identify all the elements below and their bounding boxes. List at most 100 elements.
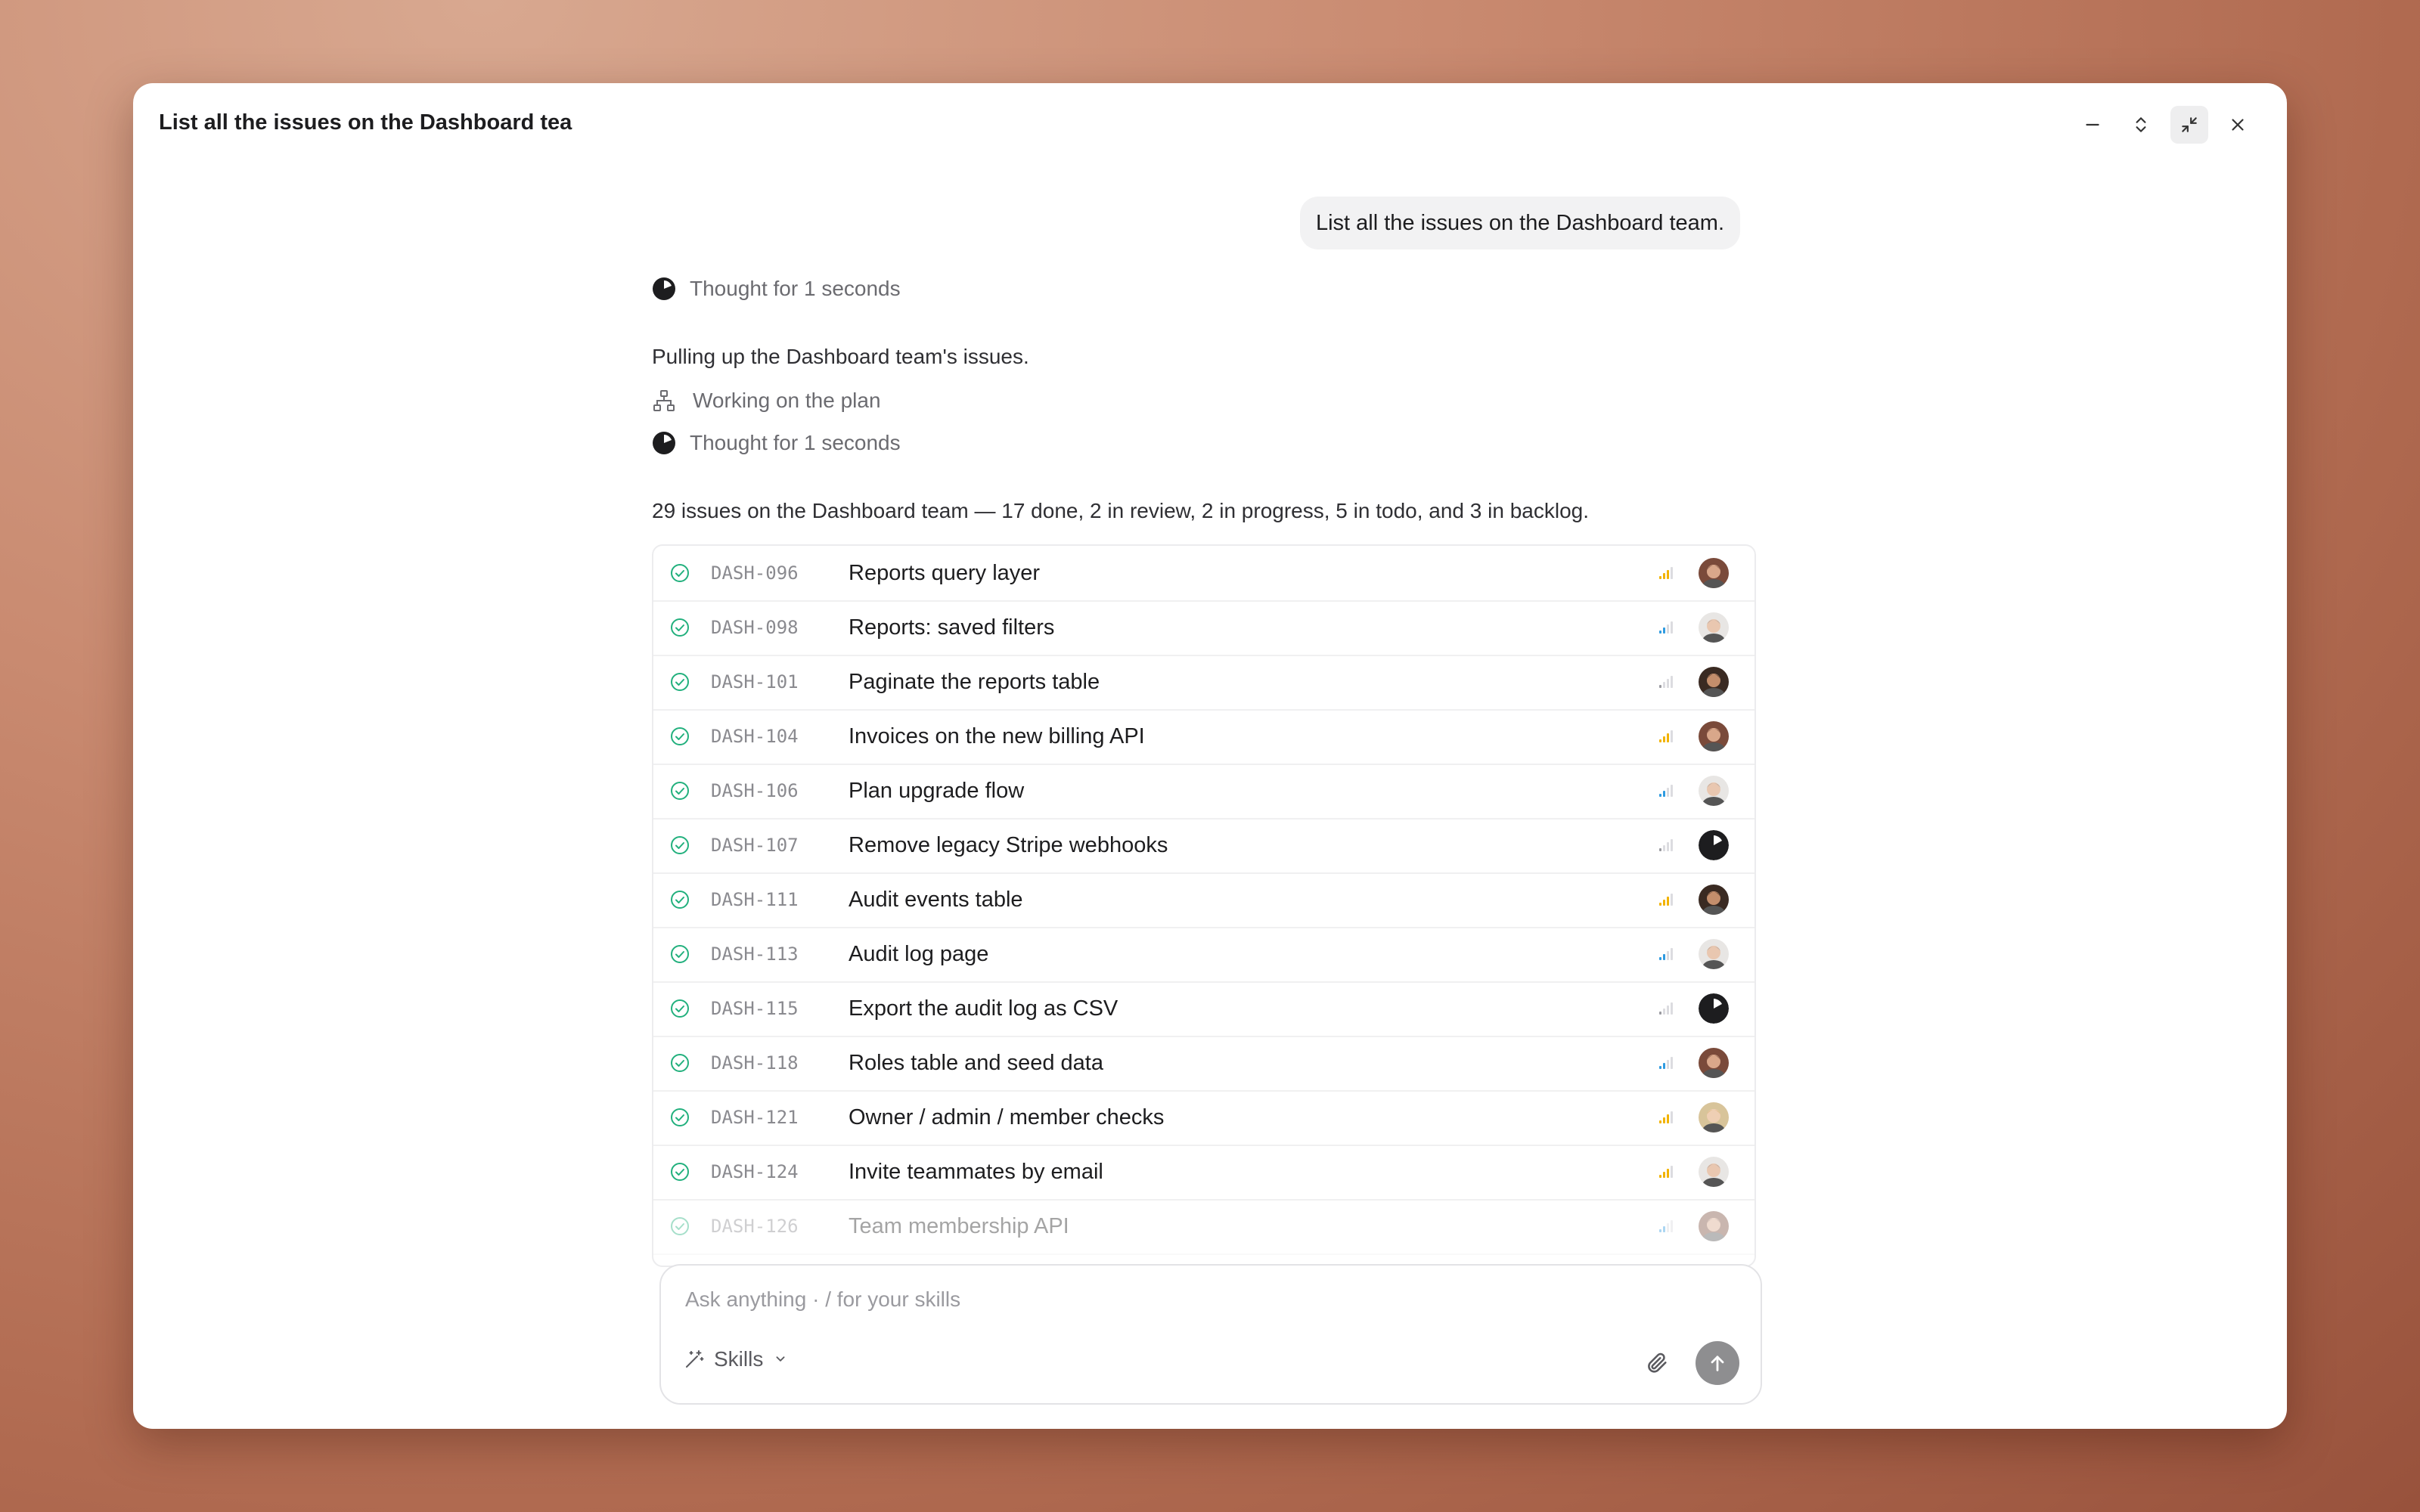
done-check-circle-icon: [671, 673, 689, 691]
priority-icon[interactable]: [1658, 783, 1674, 798]
org-chart-icon: [653, 390, 675, 411]
issue-row[interactable]: DASH-098 Reports: saved filters: [653, 600, 1754, 656]
issue-row[interactable]: DASH-104 Invoices on the new billing API: [653, 709, 1754, 765]
priority-icon[interactable]: [1658, 1219, 1674, 1234]
issue-list: DASH-096 Reports query layer DASH-098 Repor…: [652, 544, 1756, 1267]
assignee-avatar[interactable]: [1699, 830, 1729, 860]
issue-row[interactable]: DASH-115 Export the audit log as CSV: [653, 981, 1754, 1037]
thought-indicator[interactable]: Thought for 1 seconds: [652, 431, 901, 455]
issue-row[interactable]: DASH-113 Audit log page: [653, 927, 1754, 983]
chat-input[interactable]: [684, 1287, 1670, 1312]
priority-icon[interactable]: [1658, 729, 1674, 744]
expand-vertical-icon: [2136, 117, 2146, 132]
plan-label: Working on the plan: [693, 389, 881, 412]
close-button[interactable]: [2219, 106, 2257, 144]
assignee-avatar[interactable]: [1699, 558, 1729, 588]
issue-title: Reports query layer: [849, 560, 1041, 585]
arrow-up-icon: [1711, 1356, 1724, 1371]
issue-title: Audit events table: [849, 887, 1023, 912]
priority-icon[interactable]: [1658, 1055, 1674, 1070]
skills-dropdown[interactable]: Skills: [684, 1347, 789, 1371]
plan-step[interactable]: Working on the plan: [652, 389, 881, 413]
window-title: List all the issues on the Dashboard tea: [159, 110, 572, 135]
user-message: List all the issues on the Dashboard tea…: [1300, 197, 1740, 249]
issue-title: Roles table and seed data: [849, 1050, 1103, 1075]
priority-icon[interactable]: [1658, 1110, 1674, 1125]
assignee-avatar[interactable]: [1699, 939, 1729, 969]
chevron-down-icon: [776, 1356, 785, 1362]
window-controls: [2074, 106, 2257, 144]
issue-title: Paginate the reports table: [849, 669, 1100, 694]
issue-row[interactable]: DASH-121 Owner / admin / member checks: [653, 1090, 1754, 1146]
issue-id: DASH-107: [711, 835, 799, 856]
priority-icon[interactable]: [1658, 1001, 1674, 1016]
priority-icon[interactable]: [1658, 674, 1674, 689]
priority-icon[interactable]: [1658, 1164, 1674, 1179]
priority-icon[interactable]: [1658, 565, 1674, 581]
issue-row[interactable]: DASH-096 Reports query layer: [653, 546, 1754, 602]
minimize-button[interactable]: [2074, 106, 2111, 144]
issue-title: Audit log page: [849, 941, 989, 966]
done-check-circle-icon: [671, 836, 689, 854]
done-check-circle-icon: [671, 1163, 689, 1181]
issue-id: DASH-121: [711, 1107, 799, 1128]
assignee-avatar[interactable]: [1699, 612, 1729, 643]
issue-title: Export the audit log as CSV: [849, 996, 1118, 1021]
assignee-avatar[interactable]: [1699, 885, 1729, 915]
done-check-circle-icon: [671, 1217, 689, 1235]
assistant-intro: Pulling up the Dashboard team's issues.: [652, 345, 1029, 368]
issue-row[interactable]: DASH-111 Audit events table: [653, 872, 1754, 928]
skills-label: Skills: [714, 1347, 764, 1371]
assignee-avatar[interactable]: [1699, 721, 1729, 751]
issue-id: DASH-101: [711, 671, 799, 692]
issue-id: DASH-096: [711, 562, 799, 584]
priority-icon[interactable]: [1658, 947, 1674, 962]
issue-row[interactable]: DASH-118 Roles table and seed data: [653, 1036, 1754, 1092]
assignee-avatar[interactable]: [1699, 1048, 1729, 1078]
issue-row[interactable]: DASH-101 Paginate the reports table: [653, 655, 1754, 711]
expand-button[interactable]: [2122, 106, 2160, 144]
issue-title: Reports: saved filters: [849, 615, 1055, 640]
assignee-avatar[interactable]: [1699, 993, 1729, 1024]
thought-pie-icon: [653, 432, 675, 454]
titlebar: List all the issues on the Dashboard tea: [133, 83, 2287, 162]
thought-pie-icon: [653, 277, 675, 300]
assignee-avatar[interactable]: [1699, 1157, 1729, 1187]
done-check-circle-icon: [671, 782, 689, 800]
thought-label: Thought for 1 seconds: [690, 431, 901, 454]
priority-icon[interactable]: [1658, 838, 1674, 853]
minimize-icon: [2086, 123, 2099, 126]
issue-row[interactable]: DASH-124 Invite teammates by email: [653, 1145, 1754, 1201]
assignee-avatar[interactable]: [1699, 776, 1729, 806]
assignee-avatar[interactable]: [1699, 667, 1729, 697]
send-button[interactable]: [1696, 1341, 1739, 1385]
paperclip-icon[interactable]: [1644, 1350, 1670, 1376]
priority-icon[interactable]: [1658, 892, 1674, 907]
issue-title: Remove legacy Stripe webhooks: [849, 832, 1168, 857]
done-check-circle-icon: [671, 618, 689, 637]
issue-title: Owner / admin / member checks: [849, 1105, 1165, 1129]
assignee-avatar[interactable]: [1699, 1211, 1729, 1241]
issue-id: DASH-104: [711, 726, 799, 747]
issue-id: DASH-106: [711, 780, 799, 801]
issue-id: DASH-118: [711, 1052, 799, 1074]
issue-title: Invite teammates by email: [849, 1159, 1103, 1184]
priority-icon[interactable]: [1658, 620, 1674, 635]
magic-wand-icon: [686, 1350, 704, 1368]
done-check-circle-icon: [671, 727, 689, 745]
composer: Skills: [659, 1264, 1762, 1405]
collapse-button[interactable]: [2170, 106, 2208, 144]
issue-row[interactable]: DASH-126 Team membership API: [653, 1199, 1754, 1255]
issue-id: DASH-126: [711, 1216, 799, 1237]
issue-row[interactable]: DASH-106 Plan upgrade flow: [653, 764, 1754, 820]
issue-id: DASH-115: [711, 998, 799, 1019]
issue-title: Team membership API: [849, 1213, 1069, 1238]
issue-row[interactable]: DASH-107 Remove legacy Stripe webhooks: [653, 818, 1754, 874]
done-check-circle-icon: [671, 1054, 689, 1072]
done-check-circle-icon: [671, 945, 689, 963]
issues-summary: 29 issues on the Dashboard team — 17 don…: [652, 499, 1589, 522]
assignee-avatar[interactable]: [1699, 1102, 1729, 1132]
thought-indicator[interactable]: Thought for 1 seconds: [652, 277, 901, 301]
assistant-window: List all the issues on the Dashboard tea…: [133, 83, 2287, 1429]
thought-label: Thought for 1 seconds: [690, 277, 901, 300]
